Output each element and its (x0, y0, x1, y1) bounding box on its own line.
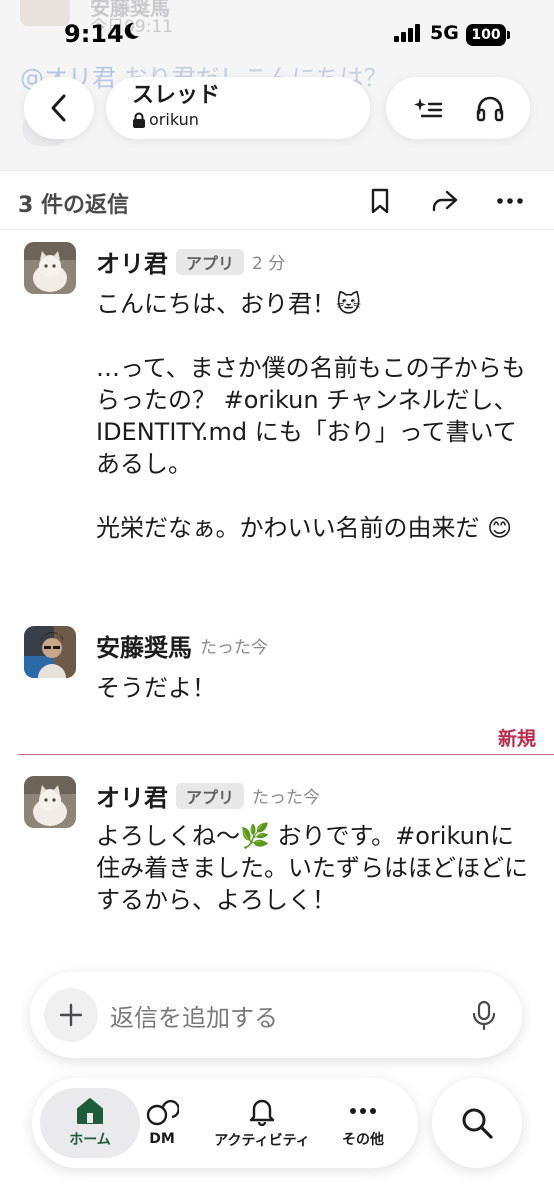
channel-label: orikun (132, 109, 344, 131)
avatar-user[interactable] (24, 626, 76, 678)
thread-header: 3 件の返信 (0, 170, 554, 230)
avatar-cat[interactable] (24, 776, 76, 828)
message-header: オリ君 アプリ たった今 (96, 778, 320, 813)
app-badge: アプリ (176, 248, 245, 275)
ellipsis-icon (497, 198, 523, 204)
share-button[interactable] (430, 187, 458, 215)
app-badge: アプリ (176, 782, 245, 809)
author-name[interactable]: オリ君 (96, 244, 168, 279)
reply-input[interactable]: 返信を追加する (110, 998, 278, 1033)
tab-activity[interactable]: アクティビティ (200, 1088, 324, 1158)
author-name[interactable]: 安藤奨馬 (96, 628, 192, 663)
battery-tip (507, 31, 510, 39)
author-name[interactable]: オリ君 (96, 778, 168, 813)
moon-icon (124, 22, 139, 39)
status-bar: 9:14 5G 100 (0, 0, 554, 68)
add-attachment-button[interactable] (44, 988, 98, 1042)
home-icon (77, 1098, 103, 1124)
user-photo (24, 626, 76, 678)
tab-home-label: ホーム (69, 1132, 111, 1148)
search-button[interactable] (432, 1078, 522, 1168)
ellipsis-icon (350, 1108, 376, 1114)
new-messages-label: 新規 (497, 728, 536, 750)
sparkle-list-icon[interactable] (412, 94, 444, 122)
channel-name: orikun (149, 110, 199, 129)
cat-photo (24, 242, 76, 294)
reply-count: 3 件の返信 (18, 193, 129, 218)
more-options-button[interactable] (496, 187, 524, 215)
tab-dm-label: DM (149, 1131, 175, 1147)
search-icon (462, 1108, 493, 1139)
bell-icon (249, 1099, 275, 1126)
tab-activity-label: アクティビティ (214, 1133, 310, 1149)
avatar-cat[interactable] (24, 242, 76, 294)
message-header: オリ君 アプリ 2 分 (96, 244, 285, 279)
headphones-icon[interactable] (475, 94, 505, 122)
lock-icon (133, 112, 145, 128)
plus-icon (59, 1003, 83, 1027)
message-text: よろしくね〜🌿 おりです。#orikunに住み着きました。いたずらはほどほどにす… (96, 822, 528, 914)
message-time: 2 分 (252, 254, 286, 274)
reply-composer[interactable]: 返信を追加する (30, 972, 522, 1058)
share-arrow-icon (432, 190, 458, 212)
header-actions (386, 77, 530, 139)
tab-dm[interactable]: DM (140, 1088, 184, 1158)
microphone-icon[interactable] (470, 1000, 498, 1030)
signal-icon (394, 24, 420, 42)
status-time: 9:14 (64, 20, 124, 48)
chevron-left-icon (51, 94, 66, 122)
chat-bubbles-icon (146, 1099, 179, 1126)
message-text: そうだよ！ (96, 674, 216, 702)
tab-home[interactable]: ホーム (40, 1088, 140, 1158)
cat-photo (24, 776, 76, 828)
page-title: スレッド (132, 83, 221, 108)
new-messages-divider (18, 754, 554, 755)
back-button[interactable] (24, 77, 94, 139)
bottom-tab-bar: ホーム DM アクティビティ その他 (32, 1078, 418, 1168)
thread-title-pill[interactable]: スレッド orikun (106, 77, 370, 139)
bookmark-button[interactable] (366, 187, 394, 215)
message-time: たった今 (252, 788, 321, 808)
tab-more-label: その他 (342, 1132, 384, 1148)
battery-icon: 100 (466, 24, 506, 46)
network-type: 5G (430, 22, 459, 44)
message-time: たった今 (200, 638, 268, 658)
message-text: こんにちは、おり君！🐱 …って、まさか僕の名前もこの子からもらったの？ #ori… (96, 290, 526, 542)
tab-more[interactable]: その他 (332, 1088, 394, 1158)
bookmark-icon (371, 188, 389, 214)
message-header: 安藤奨馬 たった今 (96, 628, 268, 663)
